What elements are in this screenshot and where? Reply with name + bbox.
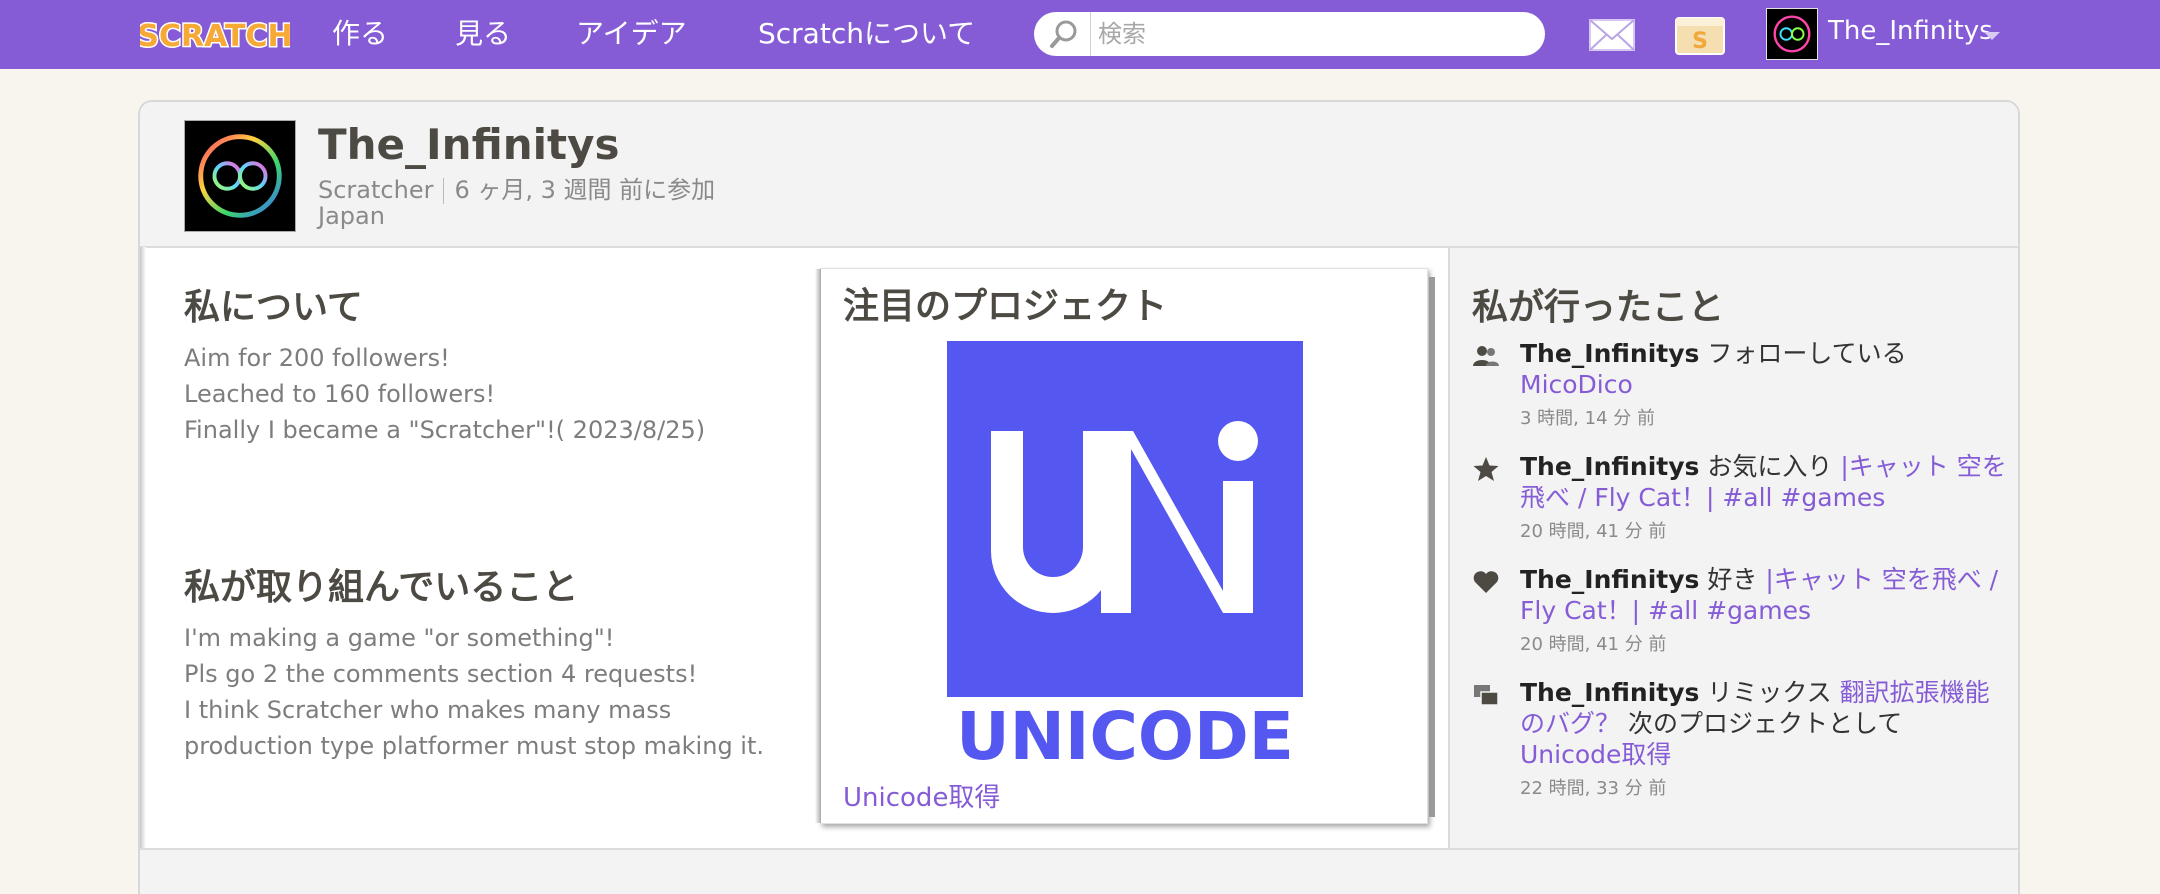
svg-text:S: S <box>1692 29 1708 54</box>
activity-user[interactable]: The_Infinitys <box>1520 339 1699 368</box>
profile-box: The_Infinitys Scratcher 6 ヶ月, 3 週間 前に参加 J… <box>138 100 2020 894</box>
profile-meta: Scratcher 6 ヶ月, 3 週間 前に参加 <box>318 170 715 205</box>
activity-text: The_Infinitys 好き |キャット 空を飛べ / Fly Cat！| … <box>1520 564 2010 626</box>
followers-icon <box>1473 346 1499 366</box>
working-on-title: 私が取り組んでいること <box>184 567 579 608</box>
remix-icon <box>1474 685 1499 706</box>
about-line: Leached to 160 followers! <box>184 380 496 408</box>
profile-country: Japan <box>318 202 385 230</box>
search-divider <box>1090 12 1091 56</box>
featured-project-card: 注目のプロジェクト UNICODE Unicode取得 <box>815 268 1435 824</box>
profile-header: The_Infinitys Scratcher 6 ヶ月, 3 週間 前に参加 J… <box>140 102 2018 248</box>
nav-about[interactable]: Scratchについて <box>758 16 975 52</box>
activity-text: The_Infinitys フォローしている MicoDico <box>1520 338 2010 400</box>
about-title: 私について <box>184 287 363 328</box>
activity-user[interactable]: The_Infinitys <box>1520 678 1699 707</box>
nav-create[interactable]: 作る <box>332 16 388 52</box>
star-icon <box>1473 457 1499 481</box>
working-on-line: Pls go 2 the comments section 4 requests… <box>184 660 698 688</box>
about-text: Aim for 200 followers! Leached to 160 fo… <box>184 340 705 448</box>
svg-text:SCRATCH: SCRATCH <box>140 19 290 54</box>
featured-project-link[interactable]: Unicode取得 <box>843 777 1000 814</box>
featured-project-thumbnail[interactable]: UNICODE <box>947 341 1303 767</box>
activity-action: フォローしている <box>1707 339 1907 368</box>
activity-time: 20 時間, 41 分 前 <box>1520 521 1667 542</box>
heart-icon <box>1473 571 1499 593</box>
activity-panel: 私が行ったこと The_Infinitys フォローしている MicoDico … <box>1448 248 2018 894</box>
about-line: Finally I became a "Scratcher"!( 2023/8/… <box>184 416 706 444</box>
profile-role: Scratcher <box>318 176 434 204</box>
activity-user[interactable]: The_Infinitys <box>1520 565 1699 594</box>
profile-avatar <box>184 120 296 232</box>
working-on-line: I think Scratcher who makes many mass <box>184 696 672 724</box>
nav-ideas[interactable]: アイデア <box>576 16 687 52</box>
envelope-icon[interactable] <box>1588 17 1636 53</box>
scratch-logo[interactable]: SCRATCH <box>140 10 290 58</box>
activity-target-link[interactable]: MicoDico <box>1520 370 1633 399</box>
activity-target2-link[interactable]: Unicode取得 <box>1520 740 1671 769</box>
activity-action: リミックス <box>1707 678 1832 707</box>
profile-joined: 6 ヶ月, 3 週間 前に参加 <box>454 176 716 204</box>
working-on-line: I'm making a game "or something"! <box>184 624 615 652</box>
activity-title: 私が行ったこと <box>1472 287 1725 328</box>
working-on-text: I'm making a game "or something"! Pls go… <box>184 620 764 764</box>
featured-title: 注目のプロジェクト <box>843 286 1168 327</box>
card-shade <box>815 269 821 823</box>
chevron-down-icon[interactable] <box>1984 32 2000 40</box>
box-shadow <box>140 247 146 894</box>
activity-time: 3 時間, 14 分 前 <box>1520 408 1655 429</box>
activity-middle-text: 次のプロジェクトとして <box>1627 709 1903 738</box>
top-navbar: SCRATCH 作る 見る アイデア Scratchについて S The_Inf… <box>0 0 2160 69</box>
profile-username: The_Infinitys <box>318 120 620 169</box>
activity-time: 20 時間, 41 分 前 <box>1520 634 1667 655</box>
working-on-line: production type platformer must stop mak… <box>184 732 765 760</box>
activity-user[interactable]: The_Infinitys <box>1520 452 1699 481</box>
meta-divider <box>443 178 445 204</box>
account-name[interactable]: The_Infinitys <box>1828 16 1993 46</box>
about-line: Aim for 200 followers! <box>184 344 450 372</box>
activity-action: 好き <box>1707 565 1758 594</box>
card-shade <box>1429 277 1435 817</box>
activity-action: お気に入り <box>1707 452 1833 481</box>
search-icon[interactable] <box>1048 18 1080 50</box>
folder-icon[interactable]: S <box>1674 14 1726 56</box>
profile-footer-strip <box>140 848 2018 894</box>
activity-time: 22 時間, 33 分 前 <box>1520 778 1667 799</box>
activity-text: The_Infinitys お気に入り |キャット 空を飛べ / Fly Cat… <box>1520 451 2010 513</box>
activity-text: The_Infinitys リミックス 翻訳拡張機能のバグ？ 次のプロジェクトと… <box>1520 677 2010 770</box>
search-box <box>1034 12 1545 56</box>
account-avatar <box>1766 8 1818 60</box>
search-input[interactable] <box>1098 12 1528 56</box>
nav-explore[interactable]: 見る <box>455 16 511 52</box>
svg-text:UNICODE: UNICODE <box>956 698 1294 767</box>
